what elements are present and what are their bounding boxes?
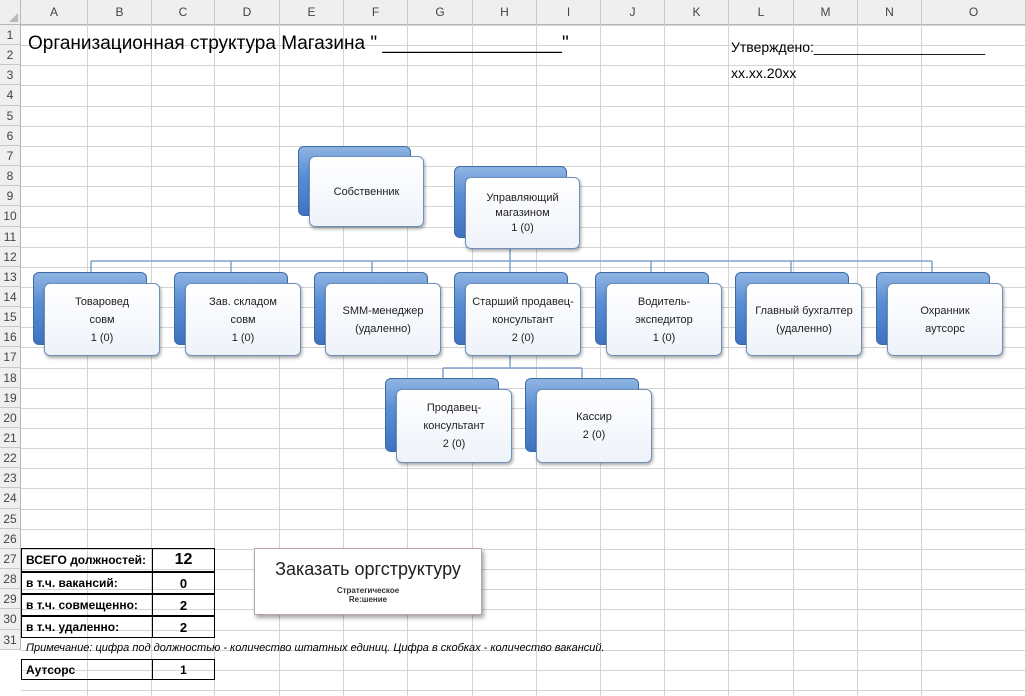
org-box-level2-1[interactable]: Зав. складом совм 1 (0) [185, 283, 301, 356]
summary-label[interactable]: в т.ч. удаленно: [21, 616, 153, 638]
org-box-label: совм [89, 313, 115, 326]
org-box-count: 2 (0) [511, 331, 535, 344]
brand-logo-line2: Re:шение [348, 595, 388, 604]
org-box-level2-3[interactable]: Старший продавец-консультант 2 (0) [465, 283, 581, 356]
summary-value[interactable]: 2 [152, 616, 215, 638]
org-box-label: консультант [423, 420, 485, 432]
org-box-label: Продавец- [426, 402, 482, 414]
summary-label[interactable]: в т.ч. вакансий: [21, 572, 153, 594]
org-box-label: Главный бухгалтер [755, 304, 853, 317]
summary-value[interactable]: 0 [152, 572, 215, 594]
org-box-count: 1 (0) [652, 331, 676, 344]
org-box-count: 1 (0) [511, 222, 534, 234]
org-box-label: консультант [492, 313, 554, 326]
org-box-label: Собственник [333, 185, 400, 198]
org-box-label: (удаленно) [355, 322, 411, 335]
summary-value[interactable]: 2 [152, 594, 215, 616]
org-box-label: Зав. складом [209, 295, 277, 308]
org-box-level2-0[interactable]: Товаровед совм 1 (0) [44, 283, 160, 356]
org-box-level2-4[interactable]: Водитель-экспедитор 1 (0) [606, 283, 722, 356]
org-box-label: 2 (0) [582, 429, 606, 441]
order-orgstructure-button[interactable]: Заказать оргструктуру Стратегическое Re:… [254, 548, 482, 615]
org-box-label: совм [230, 313, 256, 326]
org-box-level3-1[interactable]: Кассир 2 (0) [536, 389, 652, 463]
org-box-count: 2 (0) [442, 438, 466, 450]
order-button-label: Заказать оргструктуру [275, 559, 461, 579]
org-box-level2-5[interactable]: Главный бухгалтер (удаленно) [746, 283, 862, 356]
org-box-count: 1 (0) [231, 331, 255, 344]
note-text[interactable]: Примечание: цифра под должностью - колич… [26, 642, 605, 654]
org-box-owner[interactable]: Собственник [309, 156, 424, 227]
org-box-count: 1 (0) [90, 331, 114, 344]
org-box-label: SMM-менеджер [342, 304, 424, 317]
org-box-level2-6[interactable]: Охранник аутсорс [887, 283, 1003, 356]
org-box-manager[interactable]: Управляющий магазином 1 (0) [465, 177, 580, 249]
org-box-label: Старший продавец- [472, 295, 574, 308]
org-box-label: Водитель- [637, 295, 691, 308]
outsource-value[interactable]: 1 [152, 659, 215, 680]
org-box-label: Товаровед [74, 295, 130, 308]
org-box-label: Управляющий [486, 192, 559, 204]
org-box-label: аутсорс [925, 322, 965, 335]
summary-value[interactable]: 12 [152, 548, 215, 572]
org-box-label: Кассир [576, 411, 612, 423]
outsource-label[interactable]: Аутсорс [21, 659, 153, 680]
org-box-label: Охранник [920, 304, 970, 317]
org-box-label: магазином [495, 207, 550, 219]
brand-logo-line1: Стратегическое [336, 586, 400, 595]
org-box-level3-0[interactable]: Продавец-консультант 2 (0) [396, 389, 512, 463]
org-box-label: экспедитор [635, 313, 693, 326]
summary-label[interactable]: ВСЕГО должностей: [21, 548, 153, 572]
summary-label[interactable]: в т.ч. совмещенно: [21, 594, 153, 616]
org-box-level2-2[interactable]: SMM-менеджер (удаленно) [325, 283, 441, 356]
org-box-label: (удаленно) [776, 322, 832, 335]
